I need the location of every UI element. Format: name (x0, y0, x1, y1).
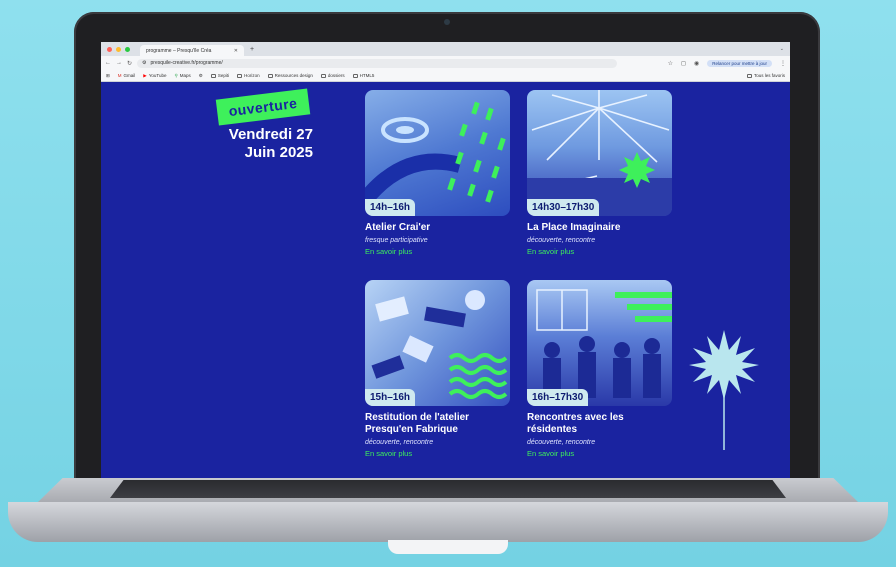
back-icon[interactable]: ← (105, 60, 111, 66)
apps-icon[interactable]: ⊞ (106, 73, 110, 79)
bookmark-icon-only[interactable]: ⚙ (199, 73, 203, 79)
en-savoir-plus-link[interactable]: En savoir plus (527, 247, 672, 256)
en-savoir-plus-link[interactable]: En savoir plus (365, 449, 510, 458)
event-time: 14h30–17h30 (527, 199, 600, 216)
base-front (8, 502, 888, 542)
close-icon[interactable]: ✕ (234, 48, 238, 54)
tab-bar: programme – Presqu'île Créa ✕ + ⌄ (101, 42, 790, 56)
ouverture-badge: ouverture (215, 88, 311, 126)
minimize-window-button[interactable] (116, 46, 121, 52)
event-subtitle: découverte, rencontre (527, 439, 596, 446)
extension-icon[interactable]: ◻ (681, 60, 686, 67)
address-bar[interactable]: ⚙ presquile-creative.fr/programme/ (137, 58, 618, 68)
menu-icon[interactable]: ⋮ (780, 60, 786, 67)
bookmark-folder-dossiers[interactable]: dossiers (320, 73, 345, 78)
event-date: Vendredi 27 Juin 2025 (229, 126, 313, 162)
event-title: Atelier Crai'er (365, 222, 431, 233)
green-star-icon (619, 152, 655, 188)
event-title: Rencontres avec les résidentes (527, 412, 624, 435)
event-time: 15h–16h (365, 389, 416, 406)
new-tab-button[interactable]: + (250, 46, 254, 53)
star-icon[interactable]: ☆ (668, 60, 673, 67)
bookmark-folder-horizon[interactable]: Horizon (237, 73, 260, 78)
window-controls (107, 46, 130, 52)
folder-icon (267, 73, 273, 78)
profile-icon[interactable]: ◉ (694, 60, 699, 67)
site-info-icon[interactable]: ⚙ (142, 60, 146, 66)
folder-icon (210, 73, 216, 78)
event-card[interactable]: 14h30–17h30 La Place Imaginaire découver… (527, 90, 672, 256)
close-window-button[interactable] (107, 46, 112, 52)
keyboard-deck (110, 480, 786, 498)
crowd-illustration (536, 289, 672, 398)
dome-illustration (527, 90, 672, 216)
forward-icon[interactable]: → (116, 60, 122, 66)
bookmarks-bar: ⊞ M Gmail ▶ YouTube ⚲ Maps ⚙ Sepiti Horizon… (101, 70, 790, 82)
fresque-illustration (365, 101, 506, 206)
chevron-down-icon[interactable]: ⌄ (780, 46, 784, 52)
folder-icon (237, 73, 243, 78)
toolbar: ← → ↻ ⚙ presquile-creative.fr/programme/… (101, 56, 790, 70)
programme-page: ouverture Vendredi 27 Juin 2025 14h–16h … (101, 82, 790, 480)
workshop-illustration (371, 290, 508, 399)
event-image: 14h–16h (365, 90, 510, 216)
bookmark-maps[interactable]: ⚲ Maps (174, 73, 190, 79)
browser-window: programme – Presqu'île Créa ✕ + ⌄ ← → ↻ … (101, 42, 790, 480)
event-subtitle: découverte, rencontre (527, 237, 596, 244)
event-subtitle: fresque participative (365, 237, 428, 244)
folder-icon (320, 73, 326, 78)
bookmark-folder-sepiti[interactable]: Sepiti (210, 73, 229, 78)
maximize-window-button[interactable] (125, 46, 130, 52)
event-image: 14h30–17h30 (527, 90, 672, 216)
trackpad-notch (388, 540, 508, 554)
bookmark-youtube[interactable]: ▶ YouTube (143, 73, 166, 79)
event-title: La Place Imaginaire (527, 222, 621, 233)
event-time: 14h–16h (365, 199, 416, 216)
en-savoir-plus-link[interactable]: En savoir plus (365, 247, 510, 256)
event-image: 15h–16h (365, 280, 510, 406)
bookmark-gmail[interactable]: M Gmail (118, 73, 136, 78)
en-savoir-plus-link[interactable]: En savoir plus (527, 449, 672, 458)
url-text: presquile-creative.fr/programme/ (150, 60, 223, 66)
bookmark-folder-ressources[interactable]: Ressources design (267, 73, 313, 78)
event-time: 16h–17h30 (527, 389, 589, 406)
event-subtitle: découverte, rencontre (365, 439, 434, 446)
starburst-icon (689, 330, 759, 450)
date-line-2: Juin 2025 (244, 144, 313, 161)
event-card[interactable]: 16h–17h30 Rencontres avec les résidentes… (527, 280, 672, 458)
all-bookmarks[interactable]: Tous les favoris (746, 73, 785, 78)
event-card[interactable]: 14h–16h Atelier Crai'er fresque particip… (365, 90, 510, 256)
event-image: 16h–17h30 (527, 280, 672, 406)
folder-icon (352, 73, 358, 78)
tab-programme[interactable]: programme – Presqu'île Créa ✕ (140, 45, 244, 56)
folder-icon (746, 73, 752, 78)
event-title: Restitution de l'atelier Presqu'en Fabri… (365, 412, 470, 435)
bookmark-folder-html5[interactable]: HTML5 (352, 73, 374, 78)
relaunch-button[interactable]: Relancer pour mettre à jour (707, 59, 772, 67)
tab-title: programme – Presqu'île Créa (146, 47, 212, 54)
event-card[interactable]: 15h–16h Restitution de l'atelier Presqu'… (365, 280, 510, 458)
date-line-1: Vendredi 27 (228, 126, 313, 143)
reload-icon[interactable]: ↻ (127, 60, 132, 67)
camera-icon (444, 19, 450, 25)
